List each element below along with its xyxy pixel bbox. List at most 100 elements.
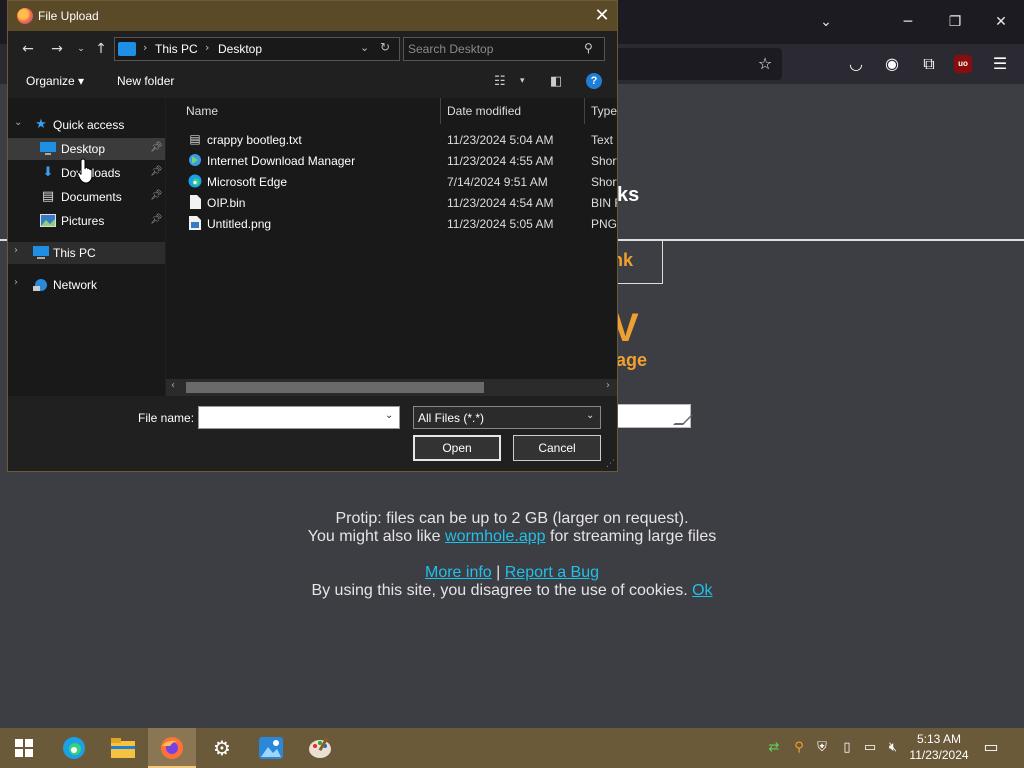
resize-grip-icon[interactable]: ⋰: [606, 459, 615, 469]
chevron-down-icon[interactable]: ⌄: [586, 410, 594, 421]
close-icon[interactable]: ✕: [590, 4, 614, 28]
column-divider[interactable]: [584, 98, 585, 124]
nav-item-quick-access[interactable]: ⌄ ★ Quick access: [8, 114, 165, 136]
nav-item-this-pc[interactable]: › This PC: [8, 242, 165, 264]
scroll-left-icon[interactable]: ‹: [171, 380, 175, 391]
file-name: Internet Download Manager: [207, 154, 356, 168]
column-header-name[interactable]: Name: [186, 104, 218, 118]
horizontal-scrollbar[interactable]: ‹ ›: [166, 379, 617, 396]
clock-date: 11/23/2024: [909, 748, 969, 762]
file-date: 11/23/2024 4:55 AM: [447, 154, 554, 168]
scroll-right-icon[interactable]: ›: [606, 380, 610, 391]
column-divider[interactable]: [440, 98, 441, 124]
report-bug-link[interactable]: Report a Bug: [505, 564, 599, 581]
search-icon[interactable]: ⚲: [584, 41, 593, 55]
restore-icon[interactable]: ❐: [941, 10, 969, 34]
star-icon[interactable]: ☆: [753, 52, 777, 76]
file-name-combobox[interactable]: ⌄: [198, 406, 400, 429]
bin-file-icon: [188, 195, 202, 210]
view-options-icon[interactable]: ☷: [494, 74, 506, 89]
breadcrumb-desktop[interactable]: Desktop: [218, 42, 262, 56]
pin-icon[interactable]: 📌︎: [150, 166, 163, 177]
settings-icon[interactable]: ⚙: [198, 728, 246, 768]
wormhole-link[interactable]: wormhole.app: [445, 528, 546, 545]
column-header-date[interactable]: Date modified: [447, 104, 521, 118]
nav-item-pictures[interactable]: Pictures 📌︎: [8, 210, 165, 232]
edge-icon[interactable]: [50, 728, 98, 768]
file-explorer-icon[interactable]: [99, 728, 147, 768]
refresh-icon[interactable]: ↻: [380, 40, 390, 54]
firefox-icon[interactable]: [148, 728, 196, 768]
nav-item-network[interactable]: › Network: [8, 274, 165, 296]
chevron-right-icon[interactable]: ›: [14, 277, 18, 288]
address-bar[interactable]: › This PC › Desktop ⌄ ↻: [114, 37, 400, 61]
notification-icon[interactable]: ▭: [982, 737, 1000, 757]
defender-icon[interactable]: ⛨: [813, 738, 831, 758]
pin-icon[interactable]: 📌︎: [150, 142, 163, 153]
recent-locations-chevron-icon[interactable]: ⌄: [71, 39, 91, 59]
taskbar-clock[interactable]: 5:13 AM 11/23/2024: [900, 731, 978, 763]
extensions-icon[interactable]: ⧉: [917, 52, 941, 76]
back-arrow-icon[interactable]: ←: [18, 39, 38, 59]
usb-icon[interactable]: ▯: [838, 738, 856, 758]
chevron-right-icon[interactable]: ›: [14, 245, 18, 256]
network-icon[interactable]: ▭: [861, 738, 879, 758]
organize-button[interactable]: Organize ▾: [26, 74, 84, 88]
windows-start-icon[interactable]: [0, 728, 48, 768]
cookie-ok-link[interactable]: Ok: [692, 582, 712, 599]
chevron-down-icon[interactable]: ⌄: [14, 117, 22, 128]
photos-icon[interactable]: [247, 728, 295, 768]
pocket-icon[interactable]: ◡: [844, 52, 868, 76]
cancel-button[interactable]: Cancel: [513, 435, 601, 461]
page-heading: ks: [617, 184, 640, 206]
file-row[interactable]: Internet Download Manager 11/23/2024 4:5…: [166, 150, 617, 171]
dialog-titlebar[interactable]: File Upload ✕: [8, 1, 617, 31]
computer-icon: [33, 246, 49, 260]
network-status-icon[interactable]: ⇄: [765, 738, 783, 758]
address-dropdown-icon[interactable]: ⌄: [360, 41, 369, 54]
file-type-filter-value: All Files (*.*): [418, 411, 485, 425]
view-dropdown-icon[interactable]: ▾: [520, 76, 525, 86]
more-info-link[interactable]: More info: [425, 564, 492, 581]
minimize-icon[interactable]: ─: [894, 10, 922, 34]
dialog-footer: File name: ⌄ All Files (*.*) ⌄ Open Canc…: [8, 397, 617, 471]
file-row[interactable]: ▤ crappy bootleg.txt 11/23/2024 5:04 AM …: [166, 129, 617, 150]
file-row[interactable]: Untitled.png 11/23/2024 5:05 AM PNG: [166, 213, 617, 234]
search-tray-icon[interactable]: ⚲: [790, 738, 808, 758]
nav-label: Documents: [61, 190, 122, 204]
pin-icon[interactable]: 📌︎: [150, 190, 163, 201]
file-type: Short: [591, 175, 617, 189]
chevron-down-icon[interactable]: ⌄: [385, 410, 393, 421]
file-name-input[interactable]: [202, 409, 378, 426]
page-subtitle: age: [616, 350, 648, 370]
search-box[interactable]: ⚲: [403, 37, 605, 61]
new-folder-button[interactable]: New folder: [117, 74, 174, 88]
paint-icon[interactable]: [296, 728, 344, 768]
open-button[interactable]: Open: [413, 435, 501, 461]
nav-item-documents[interactable]: ▤ Documents 📌︎: [8, 186, 165, 208]
scrollbar-thumb[interactable]: [186, 382, 484, 393]
url-bar[interactable]: ☆: [600, 48, 782, 80]
menu-icon[interactable]: ☰: [988, 52, 1012, 76]
link-separator: |: [491, 564, 505, 581]
navigation-pane: ⌄ ★ Quick access Desktop 📌︎ ⬇ Downloads …: [8, 98, 165, 396]
file-row[interactable]: Microsoft Edge 7/14/2024 9:51 AM Short: [166, 171, 617, 192]
file-row[interactable]: OIP.bin 11/23/2024 4:54 AM BIN F: [166, 192, 617, 213]
breadcrumb-this-pc[interactable]: This PC: [155, 42, 198, 56]
pin-icon[interactable]: 📌︎: [150, 214, 163, 225]
up-arrow-icon[interactable]: ↑: [91, 39, 111, 59]
close-window-icon[interactable]: ✕: [987, 10, 1015, 34]
ublock-icon[interactable]: uo: [954, 55, 972, 73]
forward-arrow-icon[interactable]: →: [47, 39, 67, 59]
nav-item-desktop[interactable]: Desktop 📌︎: [8, 138, 165, 160]
tab-list-chevron-icon[interactable]: ⌄: [812, 10, 840, 34]
preview-pane-icon[interactable]: ◧: [550, 74, 562, 89]
page-textarea[interactable]: [614, 404, 691, 428]
file-type-select[interactable]: All Files (*.*) ⌄: [413, 406, 601, 429]
help-icon[interactable]: ?: [586, 73, 602, 89]
account-icon[interactable]: ◉: [880, 52, 904, 76]
search-input[interactable]: [408, 40, 578, 58]
nav-label: This PC: [53, 246, 96, 260]
text-file-icon: ▤: [189, 132, 201, 146]
column-header-type[interactable]: Type: [591, 104, 617, 118]
